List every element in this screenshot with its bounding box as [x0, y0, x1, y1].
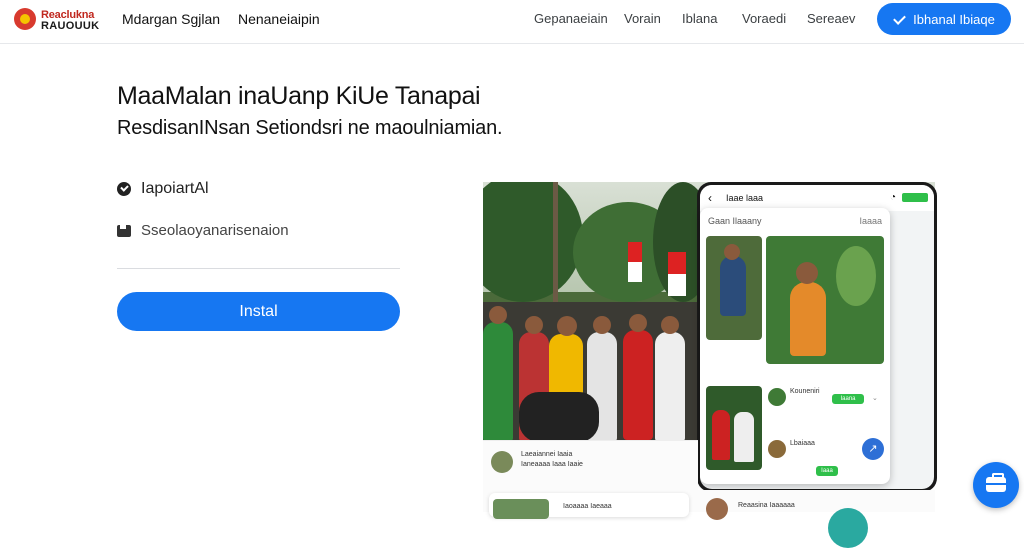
nav-item-3[interactable]: Iblana [682, 11, 742, 26]
feed-row-tag-2[interactable]: Iaaa [816, 466, 838, 476]
chat-button[interactable] [973, 462, 1019, 508]
panel-header: Gaan Ilaaany [708, 216, 762, 226]
feed-card[interactable]: Iaoaaaa Iaeaaa [489, 493, 689, 519]
feed-thumbnail[interactable] [706, 386, 762, 470]
thumbnail-person [796, 262, 818, 284]
app-feed-panel: Gaan Ilaaany Iaaaa Kouneniri Iaana ⌄ Lba… [700, 208, 890, 484]
install-button[interactable]: Instal [117, 292, 400, 331]
photo-person [629, 314, 647, 332]
photo-motorbike [519, 392, 599, 440]
wifi-icon: ◔ [889, 192, 896, 203]
feed-row-name-2: Lbaiaaa [790, 440, 815, 447]
site-logo[interactable]: Reaclukna RAUOUUK [14, 8, 100, 34]
feed-item: Laeaiannei Iaaia Ianeaaaa Iaaa Iaaie Iao… [483, 440, 698, 519]
photo-person [525, 316, 543, 334]
briefcase-icon [986, 473, 1006, 492]
feed-author-2: Reaasina Iaaaaaa [738, 502, 795, 509]
media-badge-icon [828, 508, 868, 548]
logo-text-bottom: RAUOUUK [41, 20, 100, 32]
main-nav: Gepanaeiain Vorain Iblana Voraedi Sereaev [534, 11, 867, 26]
thumbnail-person [720, 256, 746, 316]
feed-card-image [493, 499, 549, 519]
divider [117, 268, 400, 269]
feature-label-2: Sseolaoyanarisenaion [141, 222, 289, 239]
logo-emblem-icon [14, 8, 36, 30]
photo-flag [668, 252, 686, 296]
nav-item-4[interactable]: Voraedi [742, 11, 807, 26]
nav-item-2[interactable]: Vorain [624, 11, 682, 26]
feed-thumbnail[interactable] [766, 236, 884, 364]
top-navigation-bar: Reaclukna RAUOUUK Mdargan Sgjlan Nenanei… [0, 0, 1024, 44]
feature-item-2: Sseolaoyanarisenaion [117, 222, 289, 239]
photo-person [593, 316, 611, 334]
phone-time: Iaae laaa [726, 193, 764, 203]
feed-row-tag-1[interactable]: Iaana [832, 394, 864, 404]
nav-item-5[interactable]: Sereaev [807, 11, 867, 26]
check-icon [893, 13, 905, 25]
feed-author: Laeaiannei Iaaia [521, 451, 573, 458]
photo-flag [628, 242, 642, 282]
user-avatar[interactable] [768, 388, 786, 406]
feed-card-text: Iaoaaaa Iaeaaa [563, 503, 612, 510]
brand-links: Mdargan Sgjlan Nenaneiaipin [122, 11, 334, 27]
share-icon[interactable]: ↗ [862, 438, 884, 460]
thumbnail-foliage [836, 246, 876, 306]
chevron-down-icon[interactable]: ⌄ [872, 394, 878, 402]
feed-row-name-1: Kouneniri [790, 388, 820, 395]
page-subtitle: ResdisanINsan Setiondsri ne maoulniamian… [117, 117, 503, 139]
photo-person [655, 332, 685, 440]
thumbnail-person [734, 412, 754, 462]
battery-icon [902, 193, 928, 202]
thumbnail-person [790, 282, 826, 356]
nav-item-1[interactable]: Gepanaeiain [534, 11, 624, 26]
feed-item-2: Reaasina Iaaaaaa [698, 490, 935, 548]
author-avatar[interactable] [706, 498, 728, 520]
photo-person [489, 306, 507, 324]
thumbnail-person [712, 410, 730, 460]
author-avatar[interactable] [491, 451, 513, 473]
page-title: MaaMalan inaUanp KiUe Tanapai [117, 82, 481, 110]
photo-person [623, 330, 653, 440]
back-arrow-icon[interactable]: ‹ [708, 191, 712, 205]
check-circle-icon [117, 182, 131, 196]
photo-person [661, 316, 679, 334]
photo-person [483, 322, 513, 440]
header-cta-label: Ibhanal Ibiaqe [913, 11, 995, 27]
brand-link-primary[interactable]: Mdargan Sgjlan [122, 11, 220, 27]
feed-thumbnail[interactable] [706, 236, 762, 340]
header-cta-button[interactable]: Ibhanal Ibiaqe [877, 3, 1011, 35]
photo-person [557, 316, 577, 336]
briefcase-icon [117, 224, 131, 237]
user-avatar[interactable] [768, 440, 786, 458]
thumbnail-person [724, 244, 740, 260]
brand-link-secondary[interactable]: Nenaneiaipin [238, 11, 320, 27]
feed-meta: Ianeaaaa Iaaa Iaaie [521, 461, 583, 468]
feature-item-1: IapoiartAl [117, 180, 209, 198]
panel-more-link[interactable]: Iaaaa [859, 216, 882, 226]
feature-label-1: IapoiartAl [141, 180, 209, 197]
